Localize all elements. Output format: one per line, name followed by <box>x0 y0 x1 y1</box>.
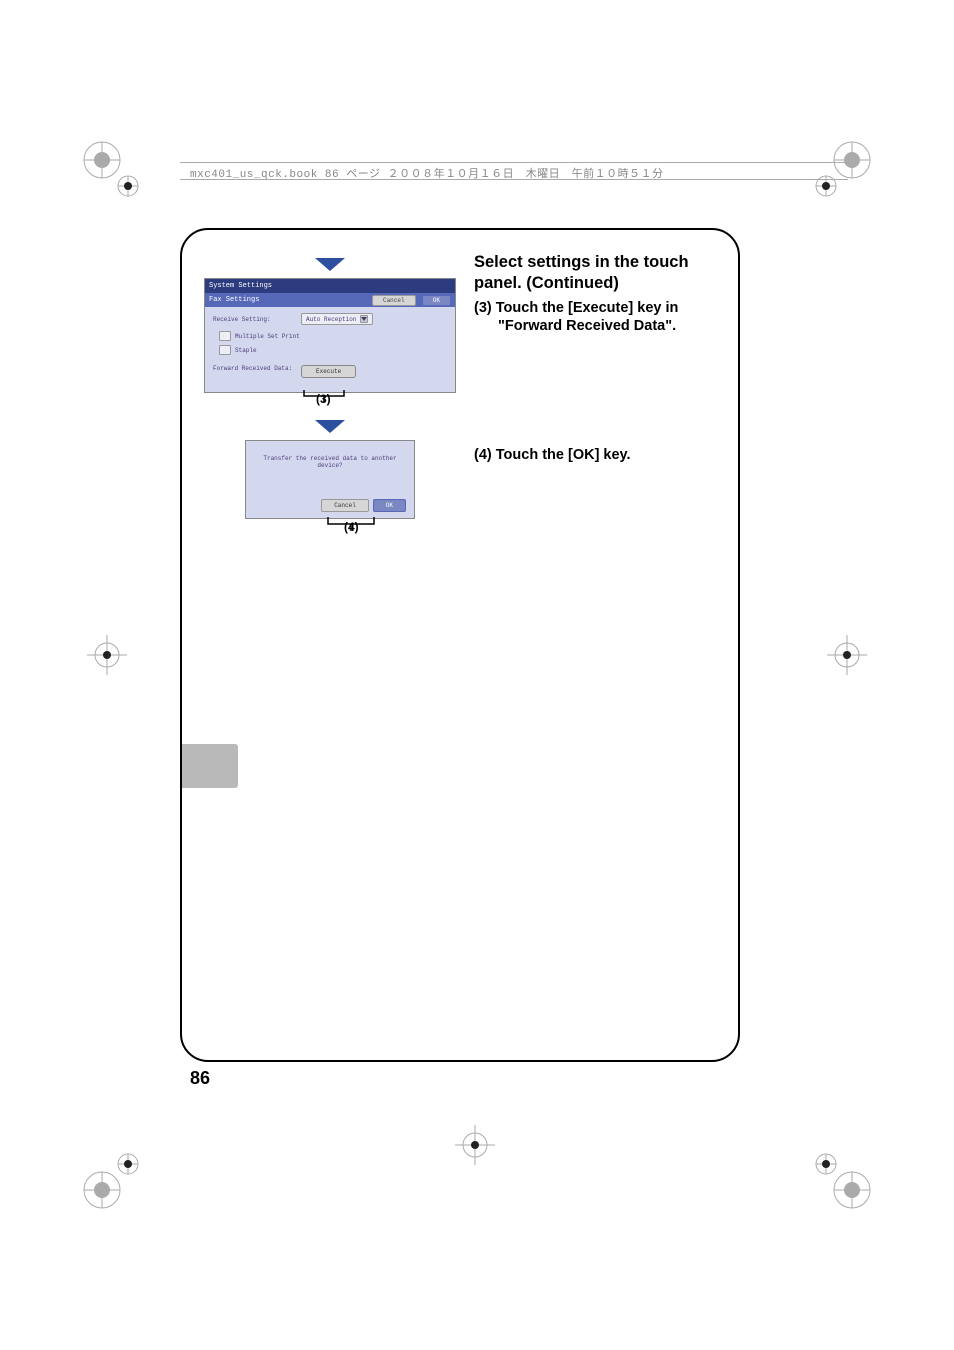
reg-mark-top-left <box>82 140 142 200</box>
dialog-cancel-button[interactable]: Cancel <box>321 499 369 512</box>
receive-setting-label: Receive Setting: <box>213 316 301 323</box>
ui-screenshot-confirm-dialog: Transfer the received data to another de… <box>245 440 415 519</box>
screen-section-bar: Fax Settings Cancel OK <box>205 293 455 307</box>
instruction-step-4: (4) Touch the [OK] key. <box>474 446 716 464</box>
ok-button[interactable]: OK <box>422 295 451 306</box>
reg-mark-mid-left <box>82 630 132 680</box>
chevron-down-icon <box>360 315 368 323</box>
callout-label-4: (4) <box>344 520 359 534</box>
page-frame: System Settings Fax Settings Cancel OK R… <box>180 228 740 1062</box>
callout-label-3: (3) <box>316 392 331 406</box>
section-label: Fax Settings <box>209 296 259 304</box>
reg-mark-mid-right <box>822 630 872 680</box>
receive-setting-dropdown[interactable]: Auto Reception <box>301 313 373 325</box>
callout-bracket-3: (3) <box>302 390 346 404</box>
multiple-checkbox[interactable] <box>219 331 231 341</box>
book-header: mxc401_us_qck.book 86 ページ ２００８年１０月１６日 木曜… <box>180 162 848 180</box>
reg-mark-bottom-left <box>82 1150 142 1210</box>
reg-mark-bottom-right <box>812 1150 872 1210</box>
staple-checkbox[interactable] <box>219 345 231 355</box>
arrow-down-icon <box>204 256 456 272</box>
callout-bracket-4: (4) <box>326 517 376 535</box>
reg-mark-bottom-center <box>450 1120 500 1170</box>
left-column: System Settings Fax Settings Cancel OK R… <box>204 252 456 535</box>
instruction-title: Select settings in the touch panel. (Con… <box>474 252 716 293</box>
instruction-step-3: (3) Touch the [Execute] key in "Forward … <box>474 299 716 335</box>
right-column: Select settings in the touch panel. (Con… <box>474 252 716 535</box>
screen-title: System Settings <box>205 279 455 293</box>
page-number: 86 <box>190 1068 210 1089</box>
screen-body: Receive Setting: Auto Reception Multiple… <box>205 307 455 392</box>
dropdown-value: Auto Reception <box>306 316 356 323</box>
dialog-ok-button[interactable]: OK <box>373 499 406 512</box>
header-text: mxc401_us_qck.book 86 ページ ２００８年１０月１６日 木曜… <box>190 169 664 181</box>
multiple-label: Multiple Set Print <box>235 333 300 340</box>
ui-screenshot-fax-settings: System Settings Fax Settings Cancel OK R… <box>204 278 456 393</box>
arrow-down-icon <box>204 418 456 434</box>
dialog-text: Transfer the received data to another de… <box>254 455 406 469</box>
staple-label: Staple <box>235 347 257 354</box>
execute-button[interactable]: Execute <box>301 365 356 378</box>
cancel-button[interactable]: Cancel <box>372 295 416 306</box>
forward-label: Forward Received Data: <box>213 365 301 372</box>
